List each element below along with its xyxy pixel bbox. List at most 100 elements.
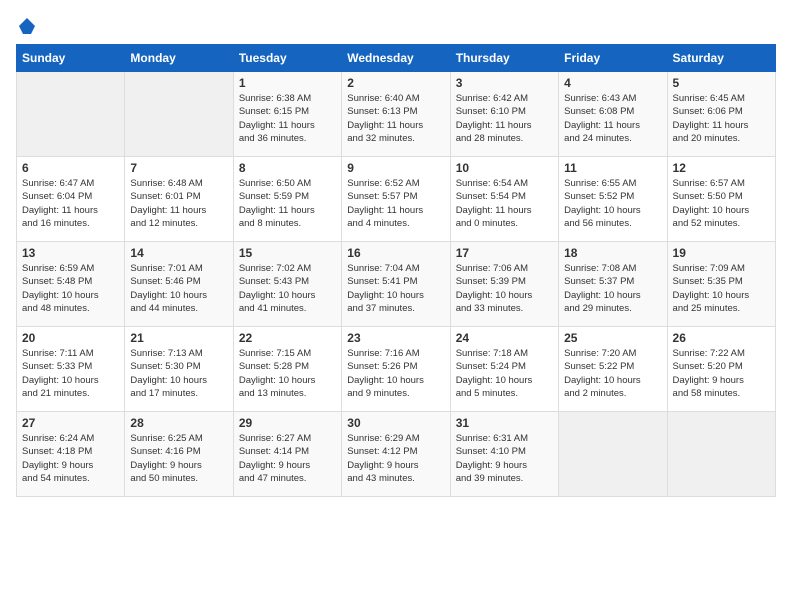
calendar-cell: 2Sunrise: 6:40 AM Sunset: 6:13 PM Daylig…: [342, 72, 450, 157]
day-info: Sunrise: 6:45 AM Sunset: 6:06 PM Dayligh…: [673, 92, 770, 145]
day-info: Sunrise: 7:09 AM Sunset: 5:35 PM Dayligh…: [673, 262, 770, 315]
day-number: 10: [456, 161, 553, 175]
day-number: 8: [239, 161, 336, 175]
day-number: 14: [130, 246, 227, 260]
day-info: Sunrise: 6:27 AM Sunset: 4:14 PM Dayligh…: [239, 432, 336, 485]
day-number: 3: [456, 76, 553, 90]
day-number: 7: [130, 161, 227, 175]
day-number: 13: [22, 246, 119, 260]
calendar-cell: 26 Sunrise: 7:22 AM Sunset: 5:20 PM Dayli…: [667, 327, 775, 412]
day-number: 27: [22, 416, 119, 430]
calendar-cell: [125, 72, 233, 157]
calendar-cell: 29 Sunrise: 6:27 AM Sunset: 4:14 PM Dayli…: [233, 412, 341, 497]
calendar-cell: 15 Sunrise: 7:02 AM Sunset: 5:43 PM Dayli…: [233, 242, 341, 327]
calendar-cell: 18Sunrise: 7:08 AM Sunset: 5:37 PM Dayli…: [559, 242, 667, 327]
calendar-cell: 21 Sunrise: 7:13 AM Sunset: 5:30 PM Dayli…: [125, 327, 233, 412]
day-info: Sunrise: 6:57 AM Sunset: 5:50 PM Dayligh…: [673, 177, 770, 230]
calendar-cell: 1 Sunrise: 6:38 AM Sunset: 6:15 PM Daylig…: [233, 72, 341, 157]
calendar-table: SundayMondayTuesdayWednesdayThursdayFrid…: [16, 44, 776, 497]
day-number: 26: [673, 331, 770, 345]
day-info: Sunrise: 7:18 AM Sunset: 5:24 PM Dayligh…: [456, 347, 553, 400]
day-info: Sunrise: 7:08 AM Sunset: 5:37 PM Dayligh…: [564, 262, 661, 315]
day-number: 24: [456, 331, 553, 345]
day-number: 12: [673, 161, 770, 175]
calendar-cell: [17, 72, 125, 157]
day-info: Sunrise: 6:25 AM Sunset: 4:16 PM Dayligh…: [130, 432, 227, 485]
day-info: Sunrise: 7:06 AM Sunset: 5:39 PM Dayligh…: [456, 262, 553, 315]
day-number: 1: [239, 76, 336, 90]
calendar-week-1: 1 Sunrise: 6:38 AM Sunset: 6:15 PM Daylig…: [17, 72, 776, 157]
day-info: Sunrise: 6:48 AM Sunset: 6:01 PM Dayligh…: [130, 177, 227, 230]
day-info: Sunrise: 7:04 AM Sunset: 5:41 PM Dayligh…: [347, 262, 444, 315]
calendar-cell: 6Sunrise: 6:47 AM Sunset: 6:04 PM Daylig…: [17, 157, 125, 242]
day-number: 31: [456, 416, 553, 430]
column-header-saturday: Saturday: [667, 45, 775, 72]
calendar-cell: 12 Sunrise: 6:57 AM Sunset: 5:50 PM Dayli…: [667, 157, 775, 242]
calendar-week-3: 13 Sunrise: 6:59 AM Sunset: 5:48 PM Dayli…: [17, 242, 776, 327]
day-info: Sunrise: 6:31 AM Sunset: 4:10 PM Dayligh…: [456, 432, 553, 485]
column-header-monday: Monday: [125, 45, 233, 72]
day-info: Sunrise: 7:20 AM Sunset: 5:22 PM Dayligh…: [564, 347, 661, 400]
day-info: Sunrise: 7:02 AM Sunset: 5:43 PM Dayligh…: [239, 262, 336, 315]
day-number: 21: [130, 331, 227, 345]
day-info: Sunrise: 6:59 AM Sunset: 5:48 PM Dayligh…: [22, 262, 119, 315]
day-number: 20: [22, 331, 119, 345]
calendar-cell: 14 Sunrise: 7:01 AM Sunset: 5:46 PM Dayli…: [125, 242, 233, 327]
day-number: 5: [673, 76, 770, 90]
calendar-cell: 23 Sunrise: 7:16 AM Sunset: 5:26 PM Dayli…: [342, 327, 450, 412]
day-info: Sunrise: 6:38 AM Sunset: 6:15 PM Dayligh…: [239, 92, 336, 145]
logo: [16, 16, 38, 32]
day-info: Sunrise: 7:22 AM Sunset: 5:20 PM Dayligh…: [673, 347, 770, 400]
day-number: 23: [347, 331, 444, 345]
calendar-cell: 10Sunrise: 6:54 AM Sunset: 5:54 PM Dayli…: [450, 157, 558, 242]
day-number: 4: [564, 76, 661, 90]
day-info: Sunrise: 6:42 AM Sunset: 6:10 PM Dayligh…: [456, 92, 553, 145]
calendar-cell: 20 Sunrise: 7:11 AM Sunset: 5:33 PM Dayli…: [17, 327, 125, 412]
calendar-cell: 16 Sunrise: 7:04 AM Sunset: 5:41 PM Dayli…: [342, 242, 450, 327]
day-info: Sunrise: 7:15 AM Sunset: 5:28 PM Dayligh…: [239, 347, 336, 400]
logo-icon: [17, 16, 37, 36]
calendar-week-4: 20 Sunrise: 7:11 AM Sunset: 5:33 PM Dayli…: [17, 327, 776, 412]
calendar-cell: [559, 412, 667, 497]
calendar-cell: 5 Sunrise: 6:45 AM Sunset: 6:06 PM Daylig…: [667, 72, 775, 157]
calendar-cell: [667, 412, 775, 497]
day-number: 25: [564, 331, 661, 345]
column-header-friday: Friday: [559, 45, 667, 72]
day-info: Sunrise: 6:50 AM Sunset: 5:59 PM Dayligh…: [239, 177, 336, 230]
day-info: Sunrise: 7:16 AM Sunset: 5:26 PM Dayligh…: [347, 347, 444, 400]
calendar-cell: 22 Sunrise: 7:15 AM Sunset: 5:28 PM Dayli…: [233, 327, 341, 412]
header: [16, 16, 776, 32]
day-number: 11: [564, 161, 661, 175]
calendar-cell: 28 Sunrise: 6:25 AM Sunset: 4:16 PM Dayli…: [125, 412, 233, 497]
calendar-cell: 7 Sunrise: 6:48 AM Sunset: 6:01 PM Daylig…: [125, 157, 233, 242]
day-info: Sunrise: 6:47 AM Sunset: 6:04 PM Dayligh…: [22, 177, 119, 230]
day-number: 22: [239, 331, 336, 345]
day-info: Sunrise: 6:29 AM Sunset: 4:12 PM Dayligh…: [347, 432, 444, 485]
day-info: Sunrise: 7:01 AM Sunset: 5:46 PM Dayligh…: [130, 262, 227, 315]
column-header-tuesday: Tuesday: [233, 45, 341, 72]
day-info: Sunrise: 6:52 AM Sunset: 5:57 PM Dayligh…: [347, 177, 444, 230]
calendar-week-5: 27Sunrise: 6:24 AM Sunset: 4:18 PM Dayli…: [17, 412, 776, 497]
day-number: 28: [130, 416, 227, 430]
calendar-cell: 9 Sunrise: 6:52 AM Sunset: 5:57 PM Daylig…: [342, 157, 450, 242]
calendar-cell: 25 Sunrise: 7:20 AM Sunset: 5:22 PM Dayli…: [559, 327, 667, 412]
day-number: 16: [347, 246, 444, 260]
day-info: Sunrise: 7:11 AM Sunset: 5:33 PM Dayligh…: [22, 347, 119, 400]
column-header-wednesday: Wednesday: [342, 45, 450, 72]
day-number: 2: [347, 76, 444, 90]
calendar-cell: 8 Sunrise: 6:50 AM Sunset: 5:59 PM Daylig…: [233, 157, 341, 242]
day-number: 29: [239, 416, 336, 430]
calendar-cell: 17 Sunrise: 7:06 AM Sunset: 5:39 PM Dayli…: [450, 242, 558, 327]
day-number: 15: [239, 246, 336, 260]
day-info: Sunrise: 6:55 AM Sunset: 5:52 PM Dayligh…: [564, 177, 661, 230]
calendar-cell: 27Sunrise: 6:24 AM Sunset: 4:18 PM Dayli…: [17, 412, 125, 497]
day-number: 30: [347, 416, 444, 430]
day-info: Sunrise: 6:43 AM Sunset: 6:08 PM Dayligh…: [564, 92, 661, 145]
day-number: 9: [347, 161, 444, 175]
calendar-cell: 13 Sunrise: 6:59 AM Sunset: 5:48 PM Dayli…: [17, 242, 125, 327]
calendar-cell: 4 Sunrise: 6:43 AM Sunset: 6:08 PM Daylig…: [559, 72, 667, 157]
day-number: 17: [456, 246, 553, 260]
day-info: Sunrise: 7:13 AM Sunset: 5:30 PM Dayligh…: [130, 347, 227, 400]
calendar-cell: 3 Sunrise: 6:42 AM Sunset: 6:10 PM Daylig…: [450, 72, 558, 157]
calendar-cell: 19Sunrise: 7:09 AM Sunset: 5:35 PM Dayli…: [667, 242, 775, 327]
